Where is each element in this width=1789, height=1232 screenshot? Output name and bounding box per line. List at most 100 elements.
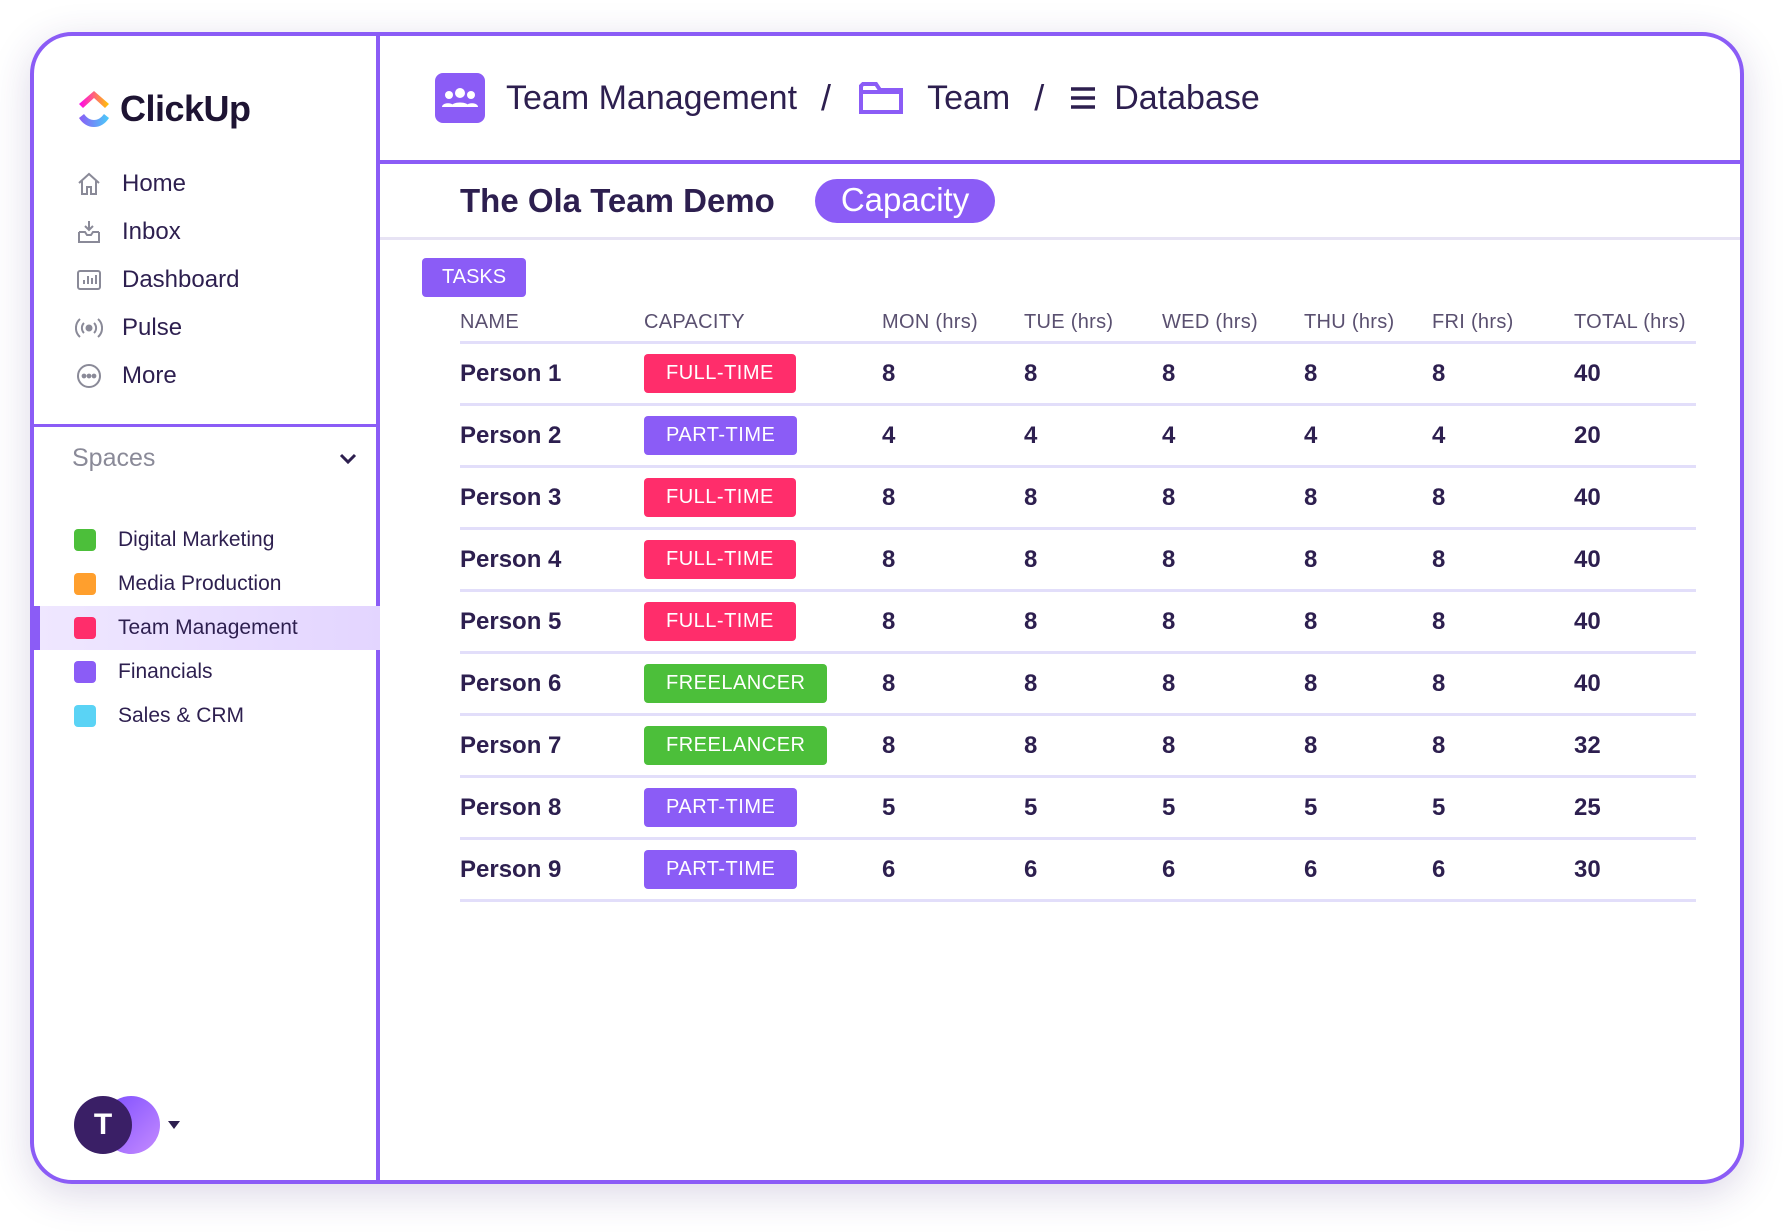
breadcrumb-item-team-management[interactable]: Team Management (434, 72, 797, 124)
person-name: Person 6 (460, 669, 562, 697)
page-title: The Ola Team Demo (460, 181, 775, 219)
breadcrumb-separator: / (1034, 77, 1045, 118)
tue-hours: 5 (1024, 793, 1038, 821)
space-item-team-management[interactable]: Team Management (34, 606, 380, 650)
nav-item-home[interactable]: Home (74, 160, 239, 208)
capacity-cell: PART-TIME (644, 416, 882, 455)
capacity-badge[interactable]: PART-TIME (644, 850, 798, 889)
team-icon (434, 72, 486, 124)
app-window: ClickUp Home Inbox Dashboard Pulse More … (30, 32, 1744, 1184)
chevron-down-icon[interactable] (334, 445, 362, 473)
nav-item-pulse[interactable]: Pulse (74, 304, 239, 352)
person-name: Person 9 (460, 855, 562, 883)
mon-hours: 8 (882, 607, 896, 635)
more-icon (74, 361, 104, 391)
column-header[interactable]: WED (hrs) (1162, 311, 1304, 334)
column-header[interactable]: TOTAL (hrs) (1574, 311, 1696, 334)
column-header[interactable]: THU (hrs) (1304, 311, 1432, 334)
table-row[interactable]: Person 9 PART-TIME 6 6 6 6 6 30 (460, 840, 1696, 902)
fri-hours: 8 (1432, 731, 1446, 759)
breadcrumb-item-database[interactable]: Database (1068, 72, 1260, 124)
thu-hours: 8 (1304, 359, 1318, 387)
nav-item-inbox[interactable]: Inbox (74, 208, 239, 256)
space-item-digital-marketing[interactable]: Digital Marketing (34, 518, 380, 562)
mon-hours: 8 (882, 483, 896, 511)
spaces-header[interactable]: Spaces (72, 444, 362, 473)
person-name: Person 3 (460, 483, 562, 511)
nav-label-more: More (122, 362, 177, 389)
nav-item-dashboard[interactable]: Dashboard (74, 256, 239, 304)
table-row[interactable]: Person 4 FULL-TIME 8 8 8 8 8 40 (460, 530, 1696, 592)
sidebar-divider (34, 424, 380, 427)
column-header[interactable]: MON (hrs) (882, 311, 1024, 334)
capacity-cell: FULL-TIME (644, 478, 882, 517)
capacity-cell: PART-TIME (644, 850, 882, 889)
space-label: Media Production (118, 572, 282, 595)
capacity-badge[interactable]: FULL-TIME (644, 354, 796, 393)
capacity-cell: PART-TIME (644, 788, 882, 827)
view-tab-capacity[interactable]: Capacity (814, 178, 996, 223)
breadcrumb-label: Database (1114, 78, 1260, 117)
mon-hours: 8 (882, 731, 896, 759)
thu-hours: 8 (1304, 545, 1318, 573)
wed-hours: 5 (1162, 793, 1176, 821)
fri-hours: 8 (1432, 359, 1446, 387)
user-menu[interactable]: T (74, 1096, 180, 1154)
capacity-cell: FREELANCER (644, 726, 882, 765)
mon-hours: 5 (882, 793, 896, 821)
column-header[interactable]: NAME (460, 311, 644, 334)
capacity-cell: FULL-TIME (644, 540, 882, 579)
capacity-table: NAME CAPACITY MON (hrs) TUE (hrs) WED (h… (460, 304, 1696, 902)
column-header[interactable]: CAPACITY (644, 311, 882, 334)
table-row[interactable]: Person 2 PART-TIME 4 4 4 4 4 20 (460, 406, 1696, 468)
logo-text: ClickUp (120, 88, 251, 129)
avatar: T (74, 1096, 132, 1154)
person-name: Person 2 (460, 421, 562, 449)
fri-hours: 8 (1432, 607, 1446, 635)
breadcrumb-item-team[interactable]: Team (855, 72, 1010, 124)
inbox-icon (74, 217, 104, 247)
total-hours: 32 (1574, 731, 1601, 759)
table-row[interactable]: Person 8 PART-TIME 5 5 5 5 5 25 (460, 778, 1696, 840)
breadcrumb-label: Team Management (506, 78, 798, 117)
capacity-badge[interactable]: FREELANCER (644, 664, 828, 703)
capacity-badge[interactable]: PART-TIME (644, 788, 798, 827)
table-row[interactable]: Person 3 FULL-TIME 8 8 8 8 8 40 (460, 468, 1696, 530)
capacity-badge[interactable]: FULL-TIME (644, 540, 796, 579)
space-label: Team Management (118, 616, 298, 639)
column-header[interactable]: FRI (hrs) (1432, 311, 1574, 334)
caret-down-icon (168, 1121, 180, 1129)
thu-hours: 8 (1304, 669, 1318, 697)
total-hours: 40 (1574, 669, 1601, 697)
main-nav: Home Inbox Dashboard Pulse More (74, 160, 239, 400)
fri-hours: 8 (1432, 545, 1446, 573)
space-item-media-production[interactable]: Media Production (34, 562, 380, 606)
space-item-financials[interactable]: Financials (34, 650, 380, 694)
nav-item-more[interactable]: More (74, 352, 239, 400)
table-row[interactable]: Person 1 FULL-TIME 8 8 8 8 8 40 (460, 344, 1696, 406)
capacity-badge[interactable]: PART-TIME (644, 416, 798, 455)
tasks-button[interactable]: TASKS (422, 258, 527, 297)
wed-hours: 8 (1162, 607, 1176, 635)
capacity-badge[interactable]: FULL-TIME (644, 478, 796, 517)
folder-icon (855, 72, 907, 124)
column-header[interactable]: TUE (hrs) (1024, 311, 1162, 334)
space-color-swatch (74, 705, 96, 727)
breadcrumb-label: Team (927, 78, 1011, 117)
total-hours: 20 (1574, 421, 1601, 449)
thu-hours: 8 (1304, 483, 1318, 511)
wed-hours: 8 (1162, 359, 1176, 387)
table-row[interactable]: Person 6 FREELANCER 8 8 8 8 8 40 (460, 654, 1696, 716)
table-row[interactable]: Person 7 FREELANCER 8 8 8 8 8 32 (460, 716, 1696, 778)
table-row[interactable]: Person 5 FULL-TIME 8 8 8 8 8 40 (460, 592, 1696, 654)
space-color-swatch (74, 617, 96, 639)
space-item-sales-crm[interactable]: Sales & CRM (34, 694, 380, 738)
total-hours: 30 (1574, 855, 1601, 883)
capacity-badge[interactable]: FULL-TIME (644, 602, 796, 641)
space-color-swatch (74, 661, 96, 683)
wed-hours: 4 (1162, 421, 1176, 449)
capacity-badge[interactable]: FREELANCER (644, 726, 828, 765)
spaces-list: Digital Marketing Media Production Team … (34, 518, 380, 738)
list-icon (1068, 72, 1098, 124)
clickup-logo[interactable]: ClickUp (76, 88, 251, 130)
